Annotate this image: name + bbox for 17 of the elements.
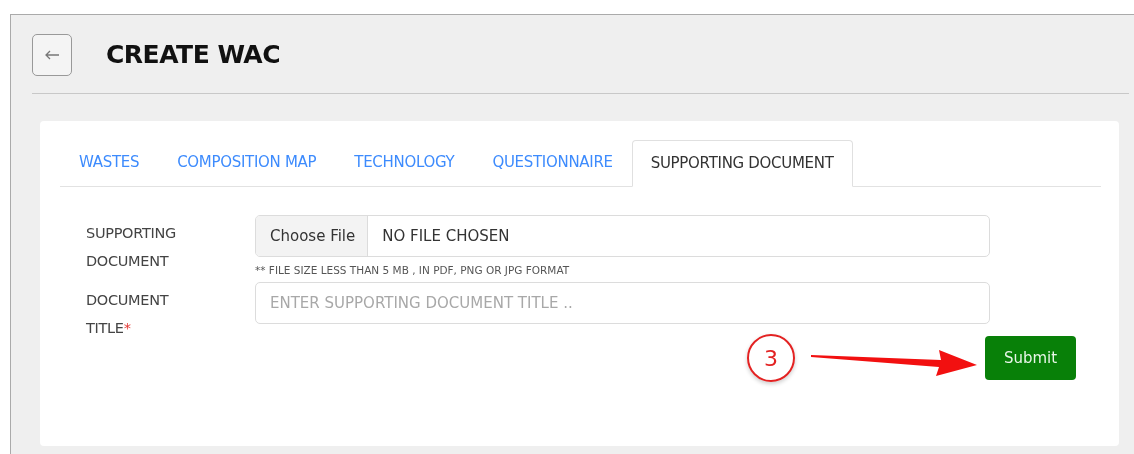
file-status: NO FILE CHOSEN <box>381 226 510 247</box>
file-hint: ** FILE SIZE LESS THAN 5 MB , IN PDF, PNG OR JPG FORMAT <box>255 264 571 276</box>
step-number-circle: 3 <box>747 334 795 382</box>
choose-file-button[interactable]: Choose File <box>256 216 369 256</box>
file-input-field[interactable]: Choose File NO FILE CHOSEN <box>255 215 990 257</box>
tab[interactable]: SUPPORTING DOCUMENT <box>631 140 853 187</box>
back-arrow-icon <box>44 50 60 60</box>
page-title: CREATE WAC <box>106 39 281 69</box>
tab[interactable]: TECHNOLOGY <box>335 153 474 186</box>
submit-button[interactable]: Submit <box>985 336 1076 380</box>
tab[interactable]: QUESTIONNAIRE <box>473 153 632 186</box>
back-button[interactable] <box>32 34 72 76</box>
field-label: SUPPORTING DOCUMENT <box>86 224 177 271</box>
tab[interactable]: WASTES <box>60 153 159 186</box>
input-field[interactable]: ENTER SUPPORTING DOCUMENT TITLE .. <box>255 282 990 324</box>
field-label: DOCUMENT TITLE* <box>86 291 170 338</box>
tab[interactable]: COMPOSITION MAP <box>158 153 336 186</box>
